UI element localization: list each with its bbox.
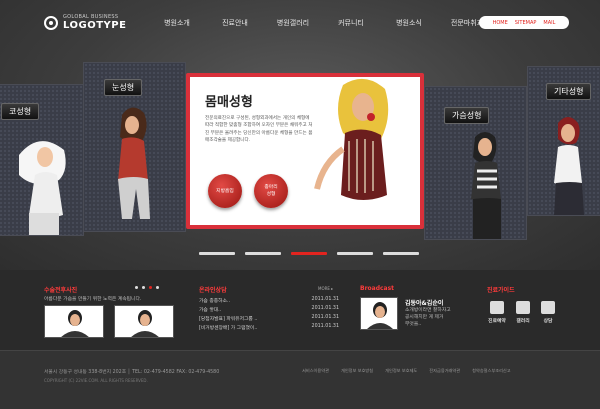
main-nav: 병원소개 진료안내 병원갤러리 커뮤니티 병원소식 전문마취과 — [148, 18, 496, 28]
online-consult-title[interactable]: 온라인상담 — [199, 285, 227, 294]
broadcast-thumb[interactable] — [360, 297, 398, 330]
nav-item-news[interactable]: 병원소식 — [380, 18, 438, 28]
broadcast-name[interactable]: 김동아&김순이 — [405, 298, 443, 307]
home-link[interactable]: HOME — [493, 20, 508, 26]
nav-item-gallery[interactable]: 병원갤러리 — [264, 18, 322, 28]
person-photo-icon — [367, 302, 393, 329]
liposuction-button[interactable]: 지방흡입 — [208, 174, 242, 208]
list-item[interactable]: 가슴 종종하소.. 2011.01.31 — [199, 297, 339, 306]
surgery-photos-title[interactable]: 수술전후사진 — [44, 285, 77, 294]
guide-label: 상담 — [543, 319, 553, 324]
info-sections: 수술전후사진 아름다운 가슴을 만들기 위한 노력은 계속됩니다. 온라인상담 … — [0, 270, 600, 350]
featured-card: 몸매성형 전문의료진으로 구성된, 성형외과에서는 개인의 체형에 따라 적합한… — [186, 73, 424, 229]
broadcast-description: 소개방이라면 잘하자고 공시해치만 게 제거 무엇을.. — [405, 308, 451, 327]
footer-link-finance[interactable]: 전자금융거래약관 — [429, 368, 460, 374]
list-item[interactable]: [당첨자발표] 파워유저그룹 .. 2011.01.31 — [199, 315, 339, 324]
slider-dot-4[interactable] — [337, 252, 373, 255]
footer-link-privacy-system[interactable]: 개인정보 보호제도 — [385, 368, 417, 374]
pager-dot[interactable] — [156, 286, 159, 289]
panel-tag-eye: 눈성형 — [104, 79, 143, 96]
document-icon — [541, 301, 555, 314]
utility-links: HOME SITEMAP MAIL — [479, 16, 569, 29]
nav-item-hospital[interactable]: 병원소개 — [148, 18, 206, 28]
footer: 서울시 강동구 성내동 338-8번지 202호 │ TEL: 02-479-4… — [0, 350, 600, 409]
slider-dot-2[interactable] — [245, 252, 281, 255]
card-description: 전문의료진으로 구성된, 성형외과에서는 개인의 체형에 따라 적합한 맞춤형 … — [205, 116, 313, 143]
footer-link-privacy[interactable]: 개인정보 보호방침 — [341, 368, 373, 374]
guide-label: 갤러리 — [516, 319, 530, 324]
surgery-photos-subtitle: 아름다운 가슴을 만들기 위한 노력은 계속됩니다. — [44, 297, 142, 302]
woman-figure-icon — [314, 78, 389, 200]
list-item-date: 2011.01.31 — [311, 315, 339, 320]
slider-dot-3[interactable] — [291, 252, 327, 255]
list-item[interactable]: 가슴 쌓대.. 2011.01.31 — [199, 306, 339, 315]
guide-consult[interactable]: 상담 — [535, 301, 561, 324]
list-item-text: [비거방센장배] 가 그럼쳤이.. — [199, 326, 258, 331]
footer-links: 서비스이용약관 개인정보 보호방침 개인정보 보호제도 전자금융거래약관 청약승… — [302, 368, 511, 374]
treatment-guide-title[interactable]: 진료가이드 — [487, 285, 515, 294]
surgery-pager — [135, 286, 159, 289]
panel-tag-nose: 코성형 — [1, 103, 40, 120]
pager-dot[interactable] — [149, 286, 152, 289]
surgery-photo-thumb[interactable] — [44, 305, 104, 338]
slider-dot-1[interactable] — [199, 252, 235, 255]
calf-surgery-button[interactable]: 종아리 성형 — [254, 174, 288, 208]
logo-title: LOGOTYPE — [63, 20, 127, 31]
slider-indicators — [199, 252, 419, 255]
footer-link-terms[interactable]: 서비스이용약관 — [302, 368, 329, 374]
person-photo-icon — [131, 310, 159, 337]
online-more-link[interactable]: MORE ▸ — [318, 286, 333, 291]
logo[interactable]: GOLOBAL BUSINESS LOGOTYPE — [44, 14, 126, 31]
list-item-text: 가슴 쌓대.. — [199, 308, 222, 313]
mail-link[interactable]: MAIL — [543, 20, 555, 26]
tv-icon — [490, 301, 504, 314]
footer-address: 서울시 강동구 성내동 338-8번지 202호 │ TEL: 02-479-4… — [44, 370, 220, 375]
list-item-text: 가슴 종종하소.. — [199, 299, 231, 304]
guide-label: 진료예약 — [488, 319, 506, 324]
nav-item-treatment[interactable]: 진료안내 — [206, 18, 264, 28]
list-item-date: 2011.01.31 — [311, 306, 339, 311]
guide-reservation[interactable]: 진료예약 — [484, 301, 510, 324]
card-title: 몸매성형 — [205, 95, 253, 110]
logo-icon — [44, 15, 58, 30]
footer-copyright: COPYRIGHT (C) 22VIE.COM. ALL RIGHTS RESE… — [44, 378, 148, 383]
pager-dot[interactable] — [135, 286, 138, 289]
panel-tag-other: 기타성형 — [546, 83, 592, 100]
list-item-date: 2011.01.31 — [311, 297, 339, 302]
bar-chart-icon — [516, 301, 530, 314]
broadcast-title[interactable]: Broadcast — [360, 285, 394, 292]
list-item-text: [당첨자발표] 파워유저그룹 .. — [199, 317, 258, 322]
list-item[interactable]: [비거방센장배] 가 그럼쳤이.. 2011.01.31 — [199, 324, 339, 333]
panel-tag-breast: 가슴성형 — [444, 107, 490, 124]
pager-dot[interactable] — [142, 286, 145, 289]
guide-gallery[interactable]: 갤러리 — [510, 301, 536, 324]
slider-dot-5[interactable] — [383, 252, 419, 255]
nav-item-community[interactable]: 커뮤니티 — [322, 18, 380, 28]
online-consult-list: 가슴 종종하소.. 2011.01.31 가슴 쌓대.. 2011.01.31 [당… — [199, 297, 339, 333]
list-item-date: 2011.01.31 — [311, 324, 339, 329]
surgery-photo-thumb[interactable] — [114, 305, 174, 338]
person-photo-icon — [61, 310, 89, 337]
sitemap-link[interactable]: SITEMAP — [515, 20, 537, 26]
footer-link-report[interactable]: 청약승절스부조리신고 — [472, 368, 511, 374]
